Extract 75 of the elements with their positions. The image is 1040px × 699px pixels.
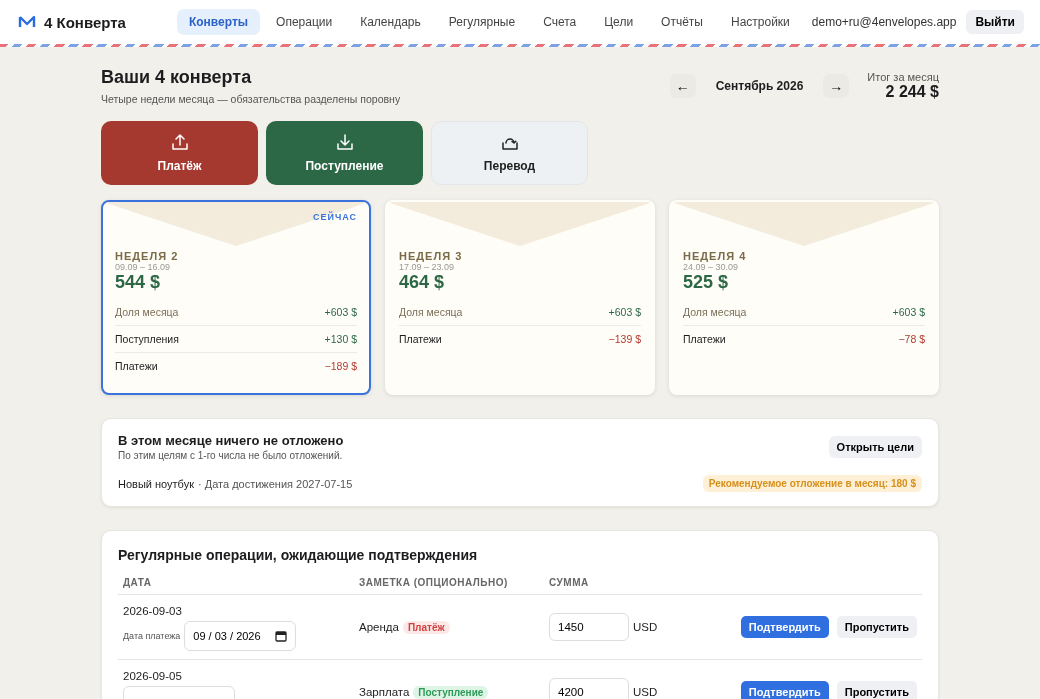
nav-tab[interactable]: Календарь [348, 9, 433, 35]
nav-tab[interactable]: Цели [592, 9, 646, 35]
goals-title: В этом месяце ничего не отложено [118, 433, 344, 448]
action-button[interactable]: Платёж [101, 121, 258, 185]
logo-icon [18, 14, 38, 30]
week-row-label: Платежи [683, 333, 726, 345]
open-goals-button[interactable]: Открыть цели [828, 436, 922, 458]
amount-field[interactable]: 1450 [549, 613, 629, 641]
week-row-label: Поступления [115, 333, 179, 345]
goals-subtitle: По этим целям с 1-го числа не было отложений. [118, 450, 344, 461]
confirm-button[interactable]: Подтвердить [740, 681, 829, 699]
week-row-value: −139 $ [608, 333, 641, 345]
action-button[interactable]: Перевод [431, 121, 588, 185]
calendar-icon[interactable] [275, 630, 288, 642]
goal-date: · Дата достижения 2027-07-15 [198, 477, 353, 490]
total-amount: 2 244 $ [884, 83, 939, 101]
nav-tab[interactable]: Регулярные [436, 9, 528, 35]
column-header: СУММА [549, 577, 590, 588]
week-row-label: Доля месяца [115, 306, 179, 318]
week-title: НЕДЕЛЯ 4 [683, 250, 748, 262]
month-label: Сентябрь 2026 [714, 79, 805, 93]
user-email: demo+ru@4envelopes.app [811, 15, 957, 29]
nav-tab[interactable]: Настройки [719, 9, 802, 35]
brand-name[interactable]: 4 Конверта [44, 13, 126, 31]
week-row-value: +603 $ [324, 306, 357, 318]
recommendation-badge: Рекомендуемое отложение в месяц: 180 $ [702, 475, 922, 492]
logout-button[interactable]: Выйти [966, 10, 1024, 34]
operation-note: Зарплата [359, 686, 410, 698]
operation-type-tag: Платёж [402, 620, 450, 634]
confirm-button[interactable]: Подтвердить [740, 616, 829, 638]
week-amount: 464 $ [399, 272, 446, 293]
date-field[interactable]: 09 / 03 / 2026 [184, 621, 297, 651]
recurring-title: Регулярные операции, ожидающие подтверждения [118, 547, 479, 563]
week-row-value: −78 $ [898, 333, 925, 345]
column-header: ДАТА [123, 577, 153, 588]
week-row-value: +603 $ [892, 306, 925, 318]
column-header: ЗАМЕТКА (ОПЦИОНАЛЬНО) [359, 577, 509, 588]
week-row-label: Доля месяца [399, 306, 463, 318]
week-row-label: Платежи [399, 333, 442, 345]
week-row-value: +603 $ [608, 306, 641, 318]
skip-button[interactable]: Пропустить [836, 616, 917, 638]
amount-field[interactable]: 4200 [549, 678, 629, 699]
week-row-value: −189 $ [324, 360, 357, 372]
week-row-value: +130 $ [324, 333, 357, 345]
week-dates: 09.09 – 16.09 [115, 262, 172, 272]
total-label: Итог за месяц [867, 71, 939, 83]
week-row-label: Доля месяца [683, 306, 747, 318]
currency-label: USD [633, 621, 658, 633]
next-month-button[interactable]: → [823, 74, 850, 98]
page-title: Ваши 4 конверта [101, 67, 253, 88]
current-label: СЕЙЧАС [312, 212, 357, 222]
week-title: НЕДЕЛЯ 3 [399, 250, 464, 262]
currency-label: USD [633, 686, 658, 698]
operation-date: 2026-09-03 [123, 605, 183, 617]
previous-month-button[interactable]: ← [669, 74, 696, 98]
page-subtitle: Четыре недели месяца — обязательства разделены поровну [101, 93, 402, 105]
week-dates: 17.09 – 23.09 [399, 262, 456, 272]
action-button[interactable]: Поступление [266, 121, 423, 185]
download-icon [335, 133, 354, 151]
nav-tab[interactable]: Счета [531, 9, 589, 35]
operation-type-tag: Поступление [413, 685, 489, 699]
operation-note: Аренда [359, 621, 399, 633]
date-field-label: Дата платежа [123, 631, 181, 641]
week-title: НЕДЕЛЯ 2 [115, 250, 180, 262]
nav-tab[interactable]: Операции [264, 9, 345, 35]
goal-name: Новый ноутбук [118, 477, 194, 490]
week-amount: 525 $ [683, 272, 730, 293]
operation-date: 2026-09-05 [123, 670, 183, 682]
skip-button[interactable]: Пропустить [836, 681, 917, 699]
week-dates: 24.09 – 30.09 [683, 262, 740, 272]
week-row-label: Платежи [115, 360, 158, 372]
nav-tab[interactable]: Отчёты [649, 9, 715, 35]
nav-tab[interactable]: Конверты [176, 9, 261, 35]
week-amount: 544 $ [115, 272, 162, 293]
upload-icon [170, 133, 189, 151]
